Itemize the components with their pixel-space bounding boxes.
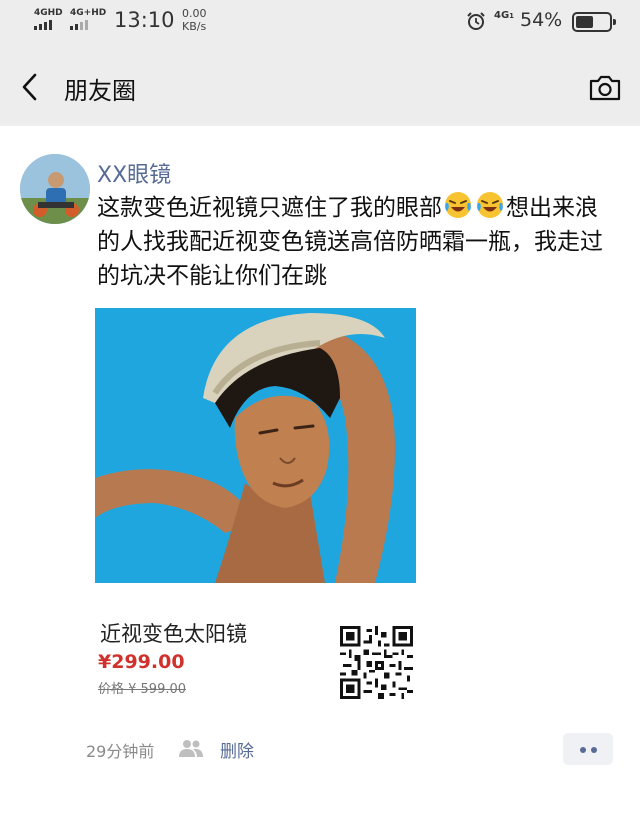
post-text: 这款变色近视镜只遮住了我的眼部 想出来浪的人找我配近视变色镜送高倍防晒霜一瓶，我…: [97, 190, 615, 293]
post-text-part1: 这款变色近视镜只遮住了我的眼部: [97, 195, 442, 221]
laughing-crying-emoji: [445, 192, 471, 218]
network-speed: 0.00 KB/s: [182, 7, 207, 33]
page-title: 朋友圈: [64, 77, 136, 105]
post-photo[interactable]: [95, 308, 416, 583]
friends-icon[interactable]: [178, 738, 204, 758]
network-type: 4G1: [494, 10, 515, 21]
product-price: ¥299.00: [98, 651, 185, 673]
chevron-left-icon[interactable]: [18, 72, 42, 102]
sim2-signal: 4G+HD: [70, 8, 106, 30]
delete-button[interactable]: 删除: [220, 737, 254, 762]
qr-code: [340, 626, 413, 699]
sim2-label: 4G+HD: [70, 8, 107, 18]
network-label: 4G: [494, 10, 510, 21]
speed-value: 0.00: [182, 7, 207, 20]
battery-fill: [576, 16, 593, 28]
alarm-clock-icon: [467, 12, 485, 30]
battery-percent: 54%: [520, 9, 563, 31]
camera-icon[interactable]: [588, 74, 622, 102]
original-price: 价格 ¥ 599.00: [98, 682, 187, 697]
nav-bar: 朋友圈: [0, 44, 640, 126]
status-bar: 4GHD 4G+HD 13:10 0.00 KB/s 4G1 54%: [0, 0, 640, 44]
post-timestamp: 29分钟前: [86, 742, 155, 761]
battery-icon: [572, 12, 616, 32]
dot-icon: [591, 747, 597, 753]
more-button[interactable]: [563, 733, 613, 765]
signal-icon: [34, 20, 63, 30]
status-time: 13:10: [114, 8, 175, 32]
sim1-label: 4GHD: [34, 8, 63, 18]
product-name: 近视变色太阳镜: [100, 622, 247, 646]
dot-icon: [580, 747, 586, 753]
signal-icon: [70, 20, 106, 30]
sim1-signal: 4GHD: [34, 8, 63, 30]
author-name[interactable]: XX眼镜: [97, 157, 171, 189]
laughing-crying-emoji: [477, 192, 503, 218]
avatar[interactable]: [20, 154, 90, 224]
speed-unit: KB/s: [182, 20, 207, 33]
